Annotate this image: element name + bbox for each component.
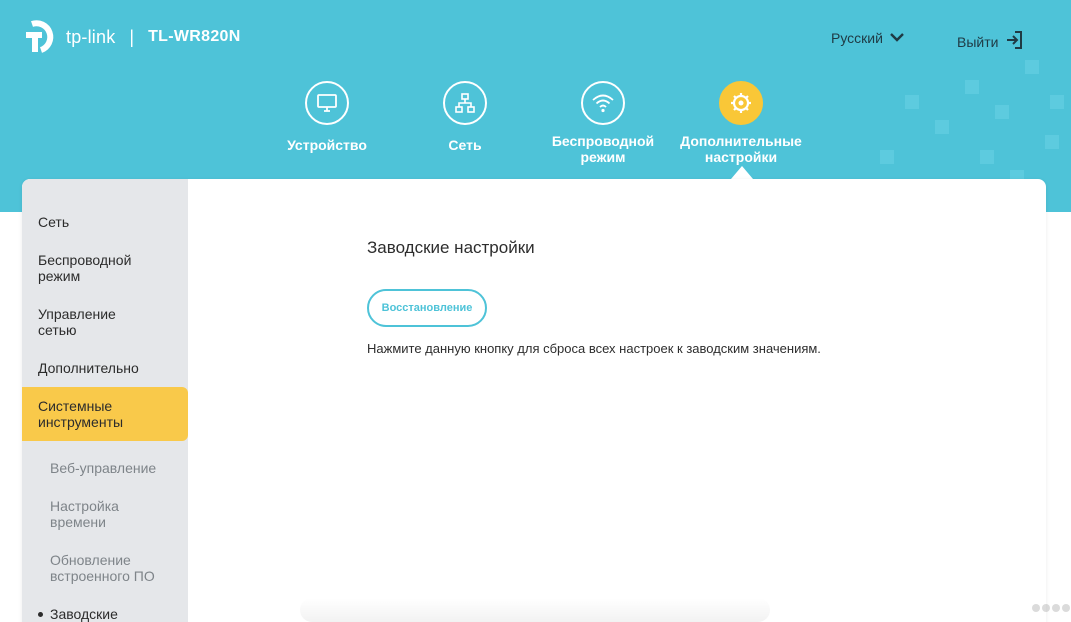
sidebar-item-advanced[interactable]: Дополнительно bbox=[22, 360, 188, 376]
restore-button[interactable]: Восстановление bbox=[367, 289, 487, 327]
chevron-down-icon bbox=[889, 30, 905, 46]
sidebar: Сеть Беспроводной режим Управление сетью… bbox=[22, 179, 188, 622]
nav-label: Сеть bbox=[448, 137, 482, 153]
watermark-dots-icon bbox=[1030, 600, 1070, 616]
logout-icon bbox=[1004, 30, 1024, 53]
sidebar-item-network-control[interactable]: Управление сетью bbox=[22, 306, 142, 338]
nav-device[interactable]: Устройство bbox=[262, 81, 392, 153]
monitor-icon bbox=[305, 81, 349, 125]
wifi-icon bbox=[581, 81, 625, 125]
nav-network[interactable]: Сеть bbox=[400, 81, 530, 153]
nav-wireless[interactable]: Беспроводной режим bbox=[538, 81, 668, 165]
sidebar-sub-firmware-upgrade[interactable]: Обновление встроенного ПО bbox=[22, 552, 162, 584]
reset-description: Нажмите данную кнопку для сброса всех на… bbox=[367, 341, 821, 356]
logout-label: Выйти bbox=[957, 33, 999, 50]
language-label: Русский bbox=[831, 30, 883, 46]
section-title: Заводские настройки bbox=[367, 238, 535, 257]
brand-logo: tp-link | TL-WR820N bbox=[22, 18, 241, 56]
sidebar-sub-factory-reset[interactable]: Заводские bbox=[22, 606, 188, 622]
sidebar-sub-time-settings[interactable]: Настройка времени bbox=[22, 498, 132, 530]
nav-label: Беспроводной режим bbox=[551, 133, 655, 165]
language-selector[interactable]: Русский bbox=[831, 30, 905, 46]
sidebar-item-network[interactable]: Сеть bbox=[22, 214, 188, 230]
sidebar-item-wireless[interactable]: Беспроводной режим bbox=[22, 252, 152, 284]
brand-name: tp-link bbox=[66, 26, 116, 47]
network-icon bbox=[443, 81, 487, 125]
brand-separator: | bbox=[129, 26, 135, 47]
main-panel: Заводские настройки Восстановление Нажми… bbox=[188, 179, 1046, 622]
sidebar-item-system-tools[interactable]: Системные инструменты bbox=[22, 387, 188, 441]
nav-label: Дополнительные настройки bbox=[680, 133, 802, 165]
sidebar-sub-label: Заводские bbox=[50, 606, 118, 622]
active-bullet-icon bbox=[38, 612, 43, 617]
logout-button[interactable]: Выйти bbox=[957, 30, 1024, 53]
gear-icon bbox=[719, 81, 763, 125]
sidebar-sub-web-management[interactable]: Веб-управление bbox=[22, 460, 188, 476]
nav-advanced[interactable]: Дополнительные настройки bbox=[676, 81, 806, 165]
page-footer-shadow bbox=[300, 598, 770, 622]
active-nav-pointer bbox=[731, 166, 753, 179]
device-model: TL-WR820N bbox=[148, 28, 241, 45]
nav-label: Устройство bbox=[287, 137, 367, 153]
tplink-logo-icon bbox=[22, 18, 60, 56]
content-card: Сеть Беспроводной режим Управление сетью… bbox=[22, 179, 1046, 622]
